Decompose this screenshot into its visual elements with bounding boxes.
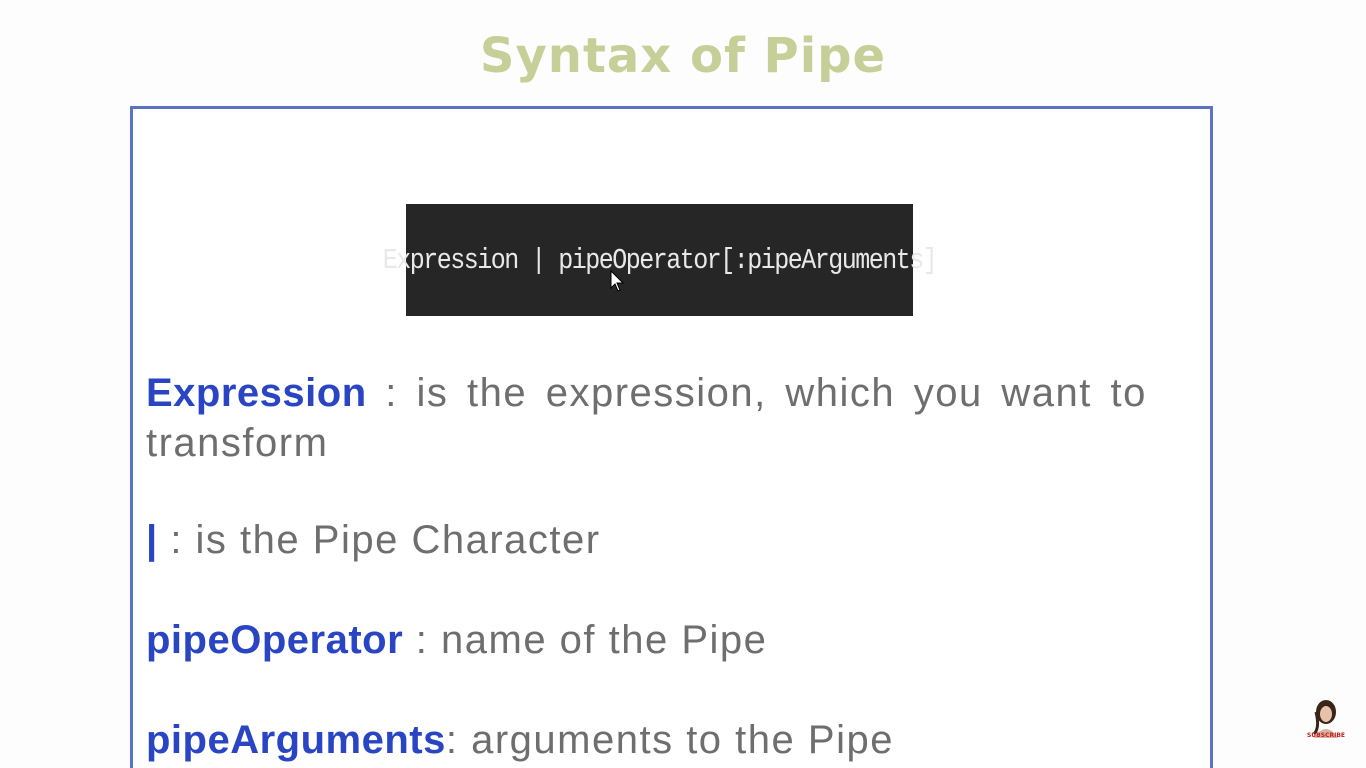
definition-pipe-arguments: pipeArguments: arguments to the Pipe xyxy=(146,715,1176,765)
definition-separator: : xyxy=(445,718,472,762)
slide-title: Syntax of Pipe xyxy=(479,28,887,84)
definition-separator: : xyxy=(157,518,196,562)
definition-separator: : xyxy=(366,371,417,415)
definition-pipe-operator: pipeOperator : name of the Pipe xyxy=(146,615,1176,665)
definition-expression: Expression : is the expression, which yo… xyxy=(146,368,1176,468)
definition-term: Expression xyxy=(146,371,367,415)
subscribe-label[interactable]: SUBSCRIBE xyxy=(1304,732,1348,739)
definition-text: arguments to the Pipe xyxy=(471,718,894,762)
definition-separator: : xyxy=(403,618,441,662)
definition-text: name of the Pipe xyxy=(441,618,768,662)
code-snippet-text: Expression | pipeOperator[:pipeArguments… xyxy=(382,243,938,277)
code-snippet-box: Expression | pipeOperator[:pipeArguments… xyxy=(383,204,938,316)
slide-page: Syntax of Pipe Expression | pipeOperator… xyxy=(0,0,1366,768)
definition-term: pipeArguments xyxy=(146,718,446,762)
mouse-cursor-icon xyxy=(610,270,624,292)
definition-term: | xyxy=(146,518,158,562)
definition-term: pipeOperator xyxy=(146,618,404,662)
definition-pipe-character: | : is the Pipe Character xyxy=(146,515,1176,565)
definition-text: is the Pipe Character xyxy=(195,518,601,562)
